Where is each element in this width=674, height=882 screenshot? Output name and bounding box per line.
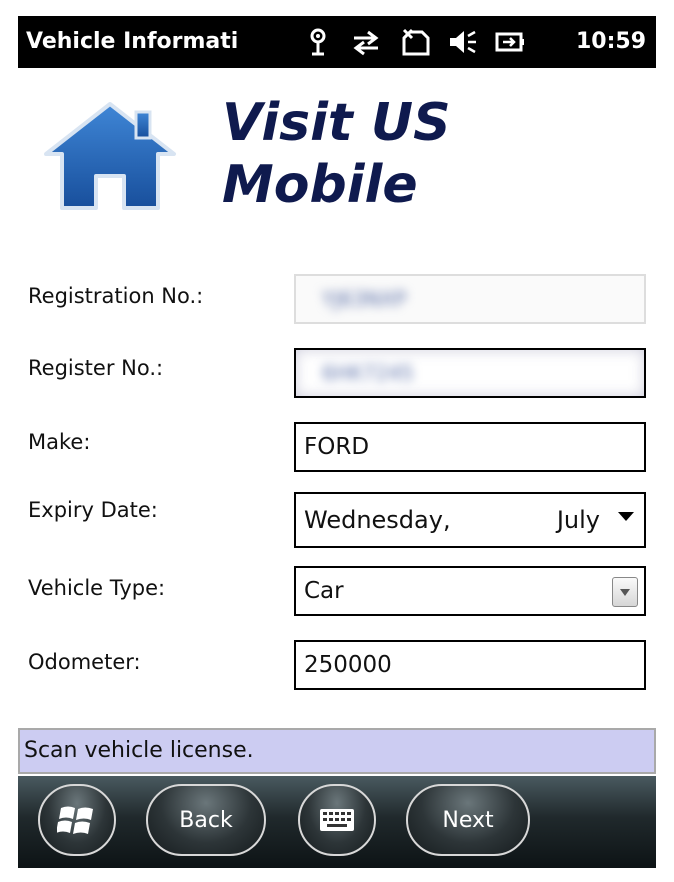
title-bar: Vehicle Informati 10:59: [18, 16, 656, 68]
dropdown-caret-icon[interactable]: [618, 512, 634, 521]
vehicle-type-value: Car: [304, 578, 344, 604]
make-value: FORD: [304, 434, 370, 460]
clock[interactable]: 10:59: [576, 16, 646, 68]
registration-no-label: Registration No.:: [28, 284, 204, 308]
keyboard-icon: [320, 809, 354, 831]
battery-charging-icon[interactable]: [494, 28, 526, 56]
register-no-value: 6HK7245: [322, 361, 414, 385]
status-message: Scan vehicle license.: [18, 728, 656, 774]
speaker-muted-icon[interactable]: [446, 28, 478, 56]
brand-title: Visit US Mobile: [222, 92, 522, 216]
start-button[interactable]: [38, 784, 116, 856]
register-no-field[interactable]: 6HK7245: [294, 348, 646, 398]
make-label: Make:: [28, 430, 91, 454]
app-title: Vehicle Informati: [26, 29, 239, 54]
odometer-value: 250000: [304, 652, 392, 678]
no-sim-icon[interactable]: [400, 28, 432, 56]
softkey-bar: Back Next: [18, 776, 656, 868]
next-button-label: Next: [442, 807, 494, 833]
make-field[interactable]: FORD: [294, 422, 646, 472]
expiry-date-picker[interactable]: Wednesday, July: [294, 492, 646, 548]
signal-antenna-icon[interactable]: [302, 28, 334, 56]
vehicle-type-label: Vehicle Type:: [28, 576, 166, 600]
windows-start-icon: [57, 806, 93, 834]
house-logo-icon: [44, 102, 176, 210]
back-button-label: Back: [179, 807, 233, 833]
registration-no-field[interactable]: YJ63NXP: [294, 274, 646, 324]
odometer-field[interactable]: 250000: [294, 640, 646, 690]
brand-line-1: Visit US: [222, 93, 451, 153]
register-no-label: Register No.:: [28, 356, 164, 380]
expiry-date-month: July: [556, 506, 600, 534]
next-button[interactable]: Next: [406, 784, 530, 856]
vehicle-type-select[interactable]: Car: [294, 566, 646, 616]
expiry-date-day: Wednesday,: [304, 506, 451, 534]
expiry-date-label: Expiry Date:: [28, 498, 158, 522]
data-sync-icon[interactable]: [350, 28, 382, 56]
registration-no-value: YJ63NXP: [322, 287, 407, 311]
odometer-label: Odometer:: [28, 650, 141, 674]
combo-dropdown-icon[interactable]: [612, 577, 638, 607]
back-button[interactable]: Back: [146, 784, 266, 856]
keyboard-button[interactable]: [298, 784, 376, 856]
brand-line-2: Mobile: [222, 155, 418, 215]
